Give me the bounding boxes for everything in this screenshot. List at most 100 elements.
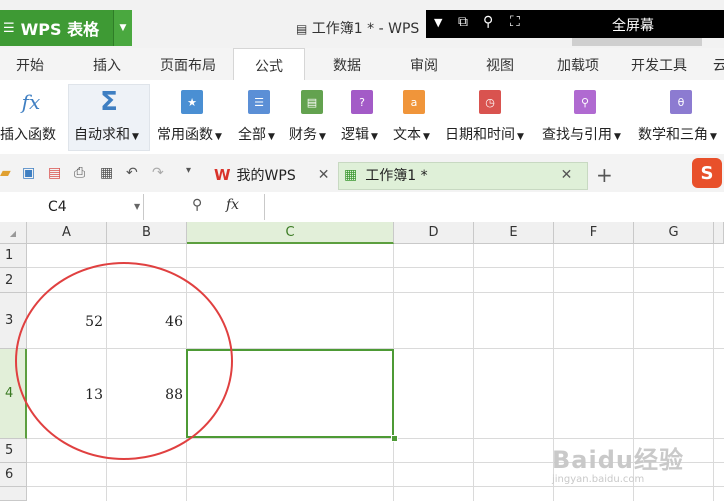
- datetime-label: 日期和时间: [445, 127, 515, 143]
- math-button[interactable]: θ 数学和三角 ▼: [638, 80, 724, 152]
- tab-data[interactable]: 数据: [318, 48, 376, 80]
- new-tab-plus-icon[interactable]: +: [596, 163, 613, 187]
- zoom-icon[interactable]: ⚲: [483, 14, 493, 30]
- save-icon[interactable]: ▣: [22, 165, 35, 181]
- chevron-down-icon[interactable]: ▼: [134, 202, 140, 211]
- star-function-icon: ★: [181, 90, 203, 114]
- insert-function-button[interactable]: fx 插入函数: [0, 80, 66, 152]
- column-header-d[interactable]: D: [394, 222, 474, 244]
- common-functions-label: 常用函数: [157, 127, 213, 143]
- tab-insert[interactable]: 插入: [74, 48, 140, 80]
- finance-button[interactable]: ▤ 财务 ▼: [289, 80, 335, 152]
- column-header-e[interactable]: E: [474, 222, 554, 244]
- redo-icon[interactable]: ↷: [152, 165, 164, 181]
- menu-icon: ☰: [3, 20, 15, 36]
- name-box[interactable]: C4 ▼: [0, 194, 144, 220]
- zoom-search-icon[interactable]: ⚲: [192, 197, 202, 213]
- column-header-h-partial[interactable]: [714, 222, 724, 244]
- tab-view[interactable]: 视图: [472, 48, 528, 80]
- watermark-main-text: Baidu经验: [552, 446, 684, 474]
- print-icon[interactable]: ⎙: [74, 165, 85, 181]
- undo-icon[interactable]: ↶: [126, 165, 138, 181]
- sigma-icon: Σ: [100, 87, 118, 117]
- select-all-corner[interactable]: ◢: [0, 222, 27, 244]
- logic-button[interactable]: ? 逻辑 ▼: [341, 80, 387, 152]
- text-button[interactable]: a 文本 ▼: [393, 80, 439, 152]
- common-functions-button[interactable]: ★ 常用函数 ▼: [155, 80, 231, 152]
- tab-my-wps-label: 我的WPS: [236, 168, 296, 184]
- tab-formula[interactable]: 公式: [233, 48, 305, 81]
- all-functions-label: 全部: [238, 127, 266, 143]
- fullscreen-label[interactable]: 全屏幕: [612, 15, 654, 35]
- chevron-down-icon[interactable]: ▼: [319, 132, 326, 142]
- column-header-f[interactable]: F: [554, 222, 634, 244]
- watermark-sub-text: jingyan.baidu.com: [552, 474, 645, 485]
- close-icon[interactable]: ✕: [318, 167, 330, 183]
- chevron-down-icon[interactable]: ▼: [268, 132, 275, 142]
- formula-input[interactable]: [264, 194, 724, 220]
- tab-review[interactable]: 审阅: [396, 48, 452, 80]
- math-label: 数学和三角: [638, 127, 708, 143]
- open-folder-icon[interactable]: ▰: [0, 165, 11, 181]
- clock-icon: ◷: [479, 90, 501, 114]
- autosum-button[interactable]: Σ 自动求和 ▼: [70, 80, 150, 152]
- insert-function-fx-icon[interactable]: fx: [226, 197, 239, 213]
- window-controls-placeholder: [572, 38, 702, 46]
- customize-dropdown-icon[interactable]: ▾: [186, 165, 191, 176]
- finance-label: 财务: [289, 127, 317, 143]
- tab-home[interactable]: 开始: [0, 48, 60, 80]
- print-preview-icon[interactable]: ▦: [100, 165, 113, 181]
- tab-cloud[interactable]: 云: [710, 48, 724, 80]
- text-a-icon: a: [403, 90, 425, 114]
- sogou-ime-icon[interactable]: S: [692, 158, 722, 188]
- fit-screen-icon[interactable]: ⛶: [510, 14, 520, 30]
- chevron-down-icon[interactable]: ▼: [371, 132, 378, 142]
- row-header-1[interactable]: 1: [0, 244, 27, 268]
- chevron-down-icon[interactable]: ▼: [215, 132, 222, 142]
- finance-icon: ▤: [301, 90, 323, 114]
- tab-developer[interactable]: 开发工具: [622, 48, 696, 80]
- theta-icon: θ: [670, 90, 692, 114]
- app-menu-dropdown[interactable]: ▼: [113, 10, 132, 46]
- fullscreen-toolbar: ▼ ⧉ ⚲ ⛶ 全屏幕: [426, 10, 724, 38]
- annotation-circle: [15, 262, 233, 460]
- column-header-b[interactable]: B: [107, 222, 187, 244]
- baidu-jingyan-watermark: Baidu经验 jingyan.baidu.com: [548, 440, 708, 496]
- tab-page-layout[interactable]: 页面布局: [150, 48, 226, 80]
- logic-label: 逻辑: [341, 127, 369, 143]
- row-header-5[interactable]: 5: [0, 439, 27, 463]
- restore-icon[interactable]: ⧉: [458, 14, 468, 30]
- lookup-button[interactable]: ⚲ 查找与引用 ▼: [542, 80, 634, 152]
- row-header-7-partial[interactable]: [0, 487, 27, 501]
- name-box-value: C4: [48, 199, 67, 215]
- text-label: 文本: [393, 127, 421, 143]
- row-header-2[interactable]: 2: [0, 268, 27, 293]
- document-icon: ▤: [296, 22, 308, 36]
- chevron-down-icon[interactable]: ▼: [614, 132, 621, 142]
- chevron-down-icon[interactable]: ▼: [710, 132, 717, 142]
- column-header-a[interactable]: A: [27, 222, 107, 244]
- datetime-button[interactable]: ◷ 日期和时间 ▼: [445, 80, 537, 152]
- all-functions-button[interactable]: ☰ 全部 ▼: [236, 80, 284, 152]
- ribbon-tab-bar: 开始 插入 页面布局 公式 数据 审阅 视图 加载项 开发工具 云: [0, 48, 724, 81]
- row-header-6[interactable]: 6: [0, 463, 27, 487]
- fill-handle[interactable]: [391, 435, 398, 442]
- chevron-down-icon[interactable]: ▼: [423, 132, 430, 142]
- chevron-down-icon[interactable]: ▼: [517, 132, 524, 142]
- dropdown-icon[interactable]: ▼: [434, 16, 442, 29]
- close-icon[interactable]: ✕: [561, 167, 573, 183]
- fx-icon: fx: [21, 90, 41, 114]
- pdf-export-icon[interactable]: ▤: [48, 165, 61, 181]
- corner-triangle-icon: ◢: [9, 229, 17, 238]
- column-header-g[interactable]: G: [634, 222, 714, 244]
- app-menu-button[interactable]: ☰ WPS 表格: [0, 10, 113, 46]
- tab-addins[interactable]: 加载项: [546, 48, 610, 80]
- insert-function-label: 插入函数: [0, 127, 56, 143]
- tab-my-wps[interactable]: W 我的WPS ✕: [214, 162, 329, 188]
- column-header-c[interactable]: C: [187, 222, 394, 244]
- chevron-down-icon[interactable]: ▼: [132, 132, 139, 142]
- tab-workbook-content: ▦ 工作簿1 * ✕: [344, 162, 572, 188]
- app-name: WPS 表格: [20, 20, 100, 39]
- search-icon: ⚲: [574, 90, 596, 114]
- autosum-label: 自动求和: [74, 127, 130, 143]
